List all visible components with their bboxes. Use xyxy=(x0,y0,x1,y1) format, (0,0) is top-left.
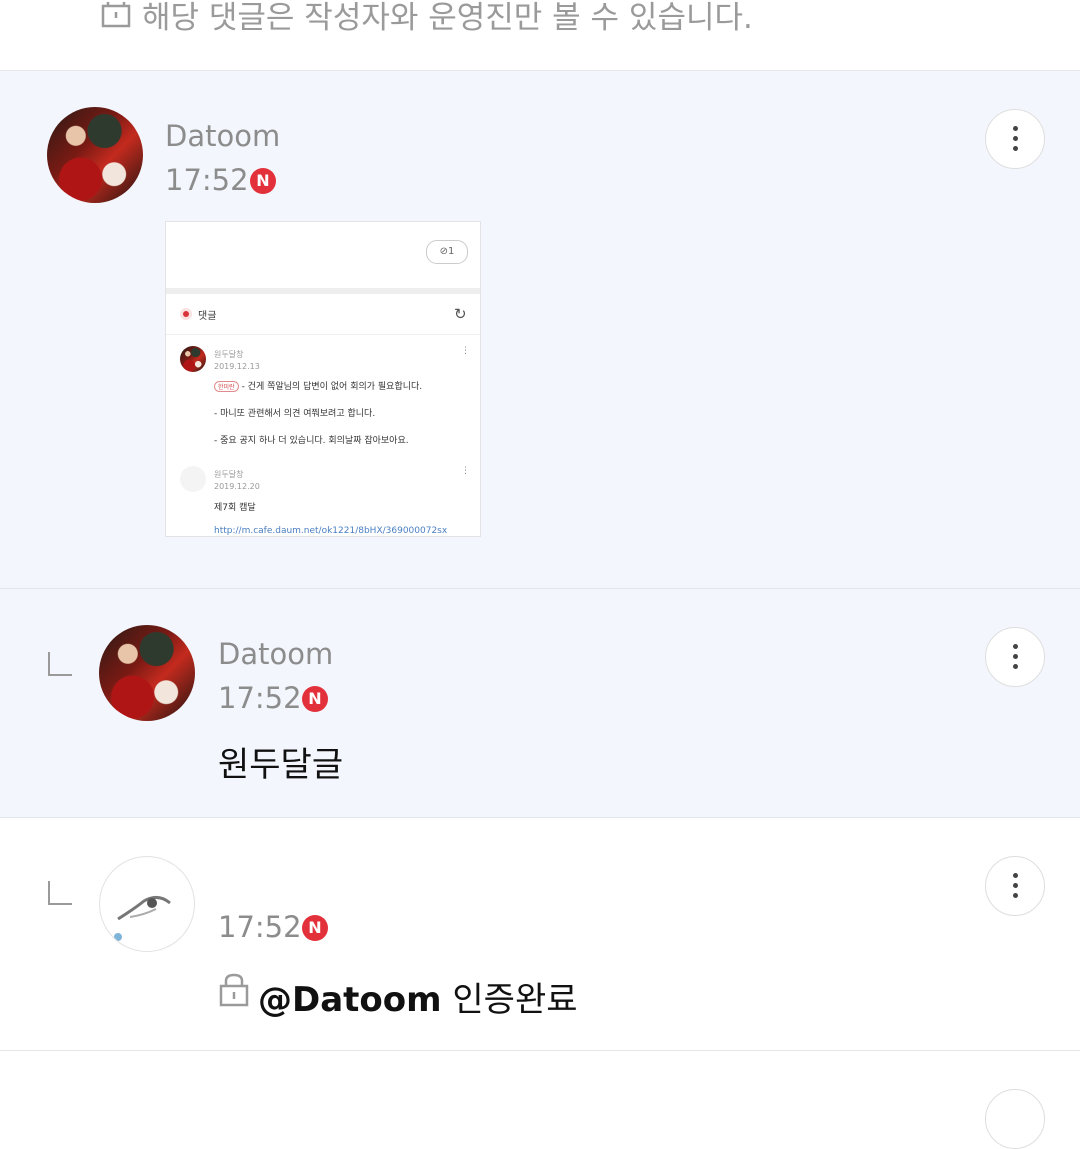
more-options-button[interactable] xyxy=(985,856,1045,916)
reply-arrow-icon xyxy=(48,881,72,905)
entry-line: - 중요 공지 하나 더 있습니다. 회의날짜 잡아보아요. xyxy=(214,436,409,446)
comment-item xyxy=(0,1051,1080,1149)
comment-time: 17:52 xyxy=(165,163,249,197)
entry-line: 한미란 - 건게 쪽알님의 답변이 없어 회의가 필요합니다. xyxy=(214,379,422,392)
entry-line: 제7회 캠달 xyxy=(214,503,256,513)
entry-date: 2019.12.20 xyxy=(214,482,260,491)
comment-author[interactable]: Datoom xyxy=(165,119,280,153)
more-options-button[interactable] xyxy=(985,627,1045,687)
more-options-button[interactable] xyxy=(985,109,1045,169)
comment-section-icon xyxy=(180,308,192,320)
secret-comment-notice: 해당 댓글은 작성자와 운영진만 볼 수 있습니다. xyxy=(142,0,753,36)
lock-icon xyxy=(219,973,249,1007)
clip-icon: ⊘ xyxy=(439,246,448,257)
attached-image[interactable]: ⊘1 댓글 ↻ 원두달창 2019.12.13 ⋮ 한미란 - 건게 쪽알님의 답… xyxy=(165,221,481,537)
entry-link: http://m.cafe.daum.net/ok1221/8bHX/36900… xyxy=(214,526,448,536)
avatar[interactable] xyxy=(99,625,195,721)
attachment-count-pill: ⊘1 xyxy=(426,240,468,264)
comment-item: Datoom 17:52 N ⊘1 댓글 ↻ 원두달창 2019.12.13 ⋮… xyxy=(0,71,1080,589)
comment-text: 원두달글 xyxy=(218,745,344,785)
more-vertical-icon xyxy=(1013,126,1018,156)
avatar xyxy=(180,346,206,372)
comment-time: 17:52 xyxy=(218,681,302,715)
new-badge: N xyxy=(250,168,276,194)
mention-link[interactable]: @Datoom xyxy=(258,980,442,1020)
divider xyxy=(166,334,480,335)
more-vertical-icon xyxy=(1013,644,1018,674)
entry-line: - 마니또 관련해서 의견 여쭤보려고 합니다. xyxy=(214,409,376,419)
avatar[interactable] xyxy=(99,856,195,952)
more-vertical-icon: ⋮ xyxy=(461,466,470,476)
refresh-icon: ↻ xyxy=(454,305,467,323)
avatar xyxy=(180,466,206,492)
more-options-button[interactable] xyxy=(985,1089,1045,1149)
entry-date: 2019.12.13 xyxy=(214,362,260,371)
reply-comment-item: 17:52 N @Datoom 인증완료 xyxy=(0,818,1080,1051)
reply-arrow-icon xyxy=(48,652,72,676)
comment-text: @Datoom 인증완료 xyxy=(258,972,578,1021)
sketch-illustration-icon xyxy=(114,896,171,941)
entry-author: 원두달창 xyxy=(214,470,244,479)
comment-time: 17:52 xyxy=(218,910,302,944)
secret-comment-notice-row: 해당 댓글은 작성자와 운영진만 볼 수 있습니다. xyxy=(0,0,1080,71)
new-badge: N xyxy=(302,686,328,712)
more-vertical-icon: ⋮ xyxy=(461,346,470,356)
comment-section-title: 댓글 xyxy=(198,311,217,322)
new-badge: N xyxy=(302,915,328,941)
entry-author: 원두달창 xyxy=(214,350,244,359)
reply-comment-item: Datoom 17:52 N 원두달글 xyxy=(0,589,1080,818)
divider xyxy=(166,288,480,294)
more-vertical-icon xyxy=(1013,873,1018,903)
lock-icon xyxy=(101,2,131,28)
comment-body: 인증완료 xyxy=(452,980,578,1020)
avatar[interactable] xyxy=(47,107,143,203)
comment-author[interactable]: Datoom xyxy=(218,637,333,671)
